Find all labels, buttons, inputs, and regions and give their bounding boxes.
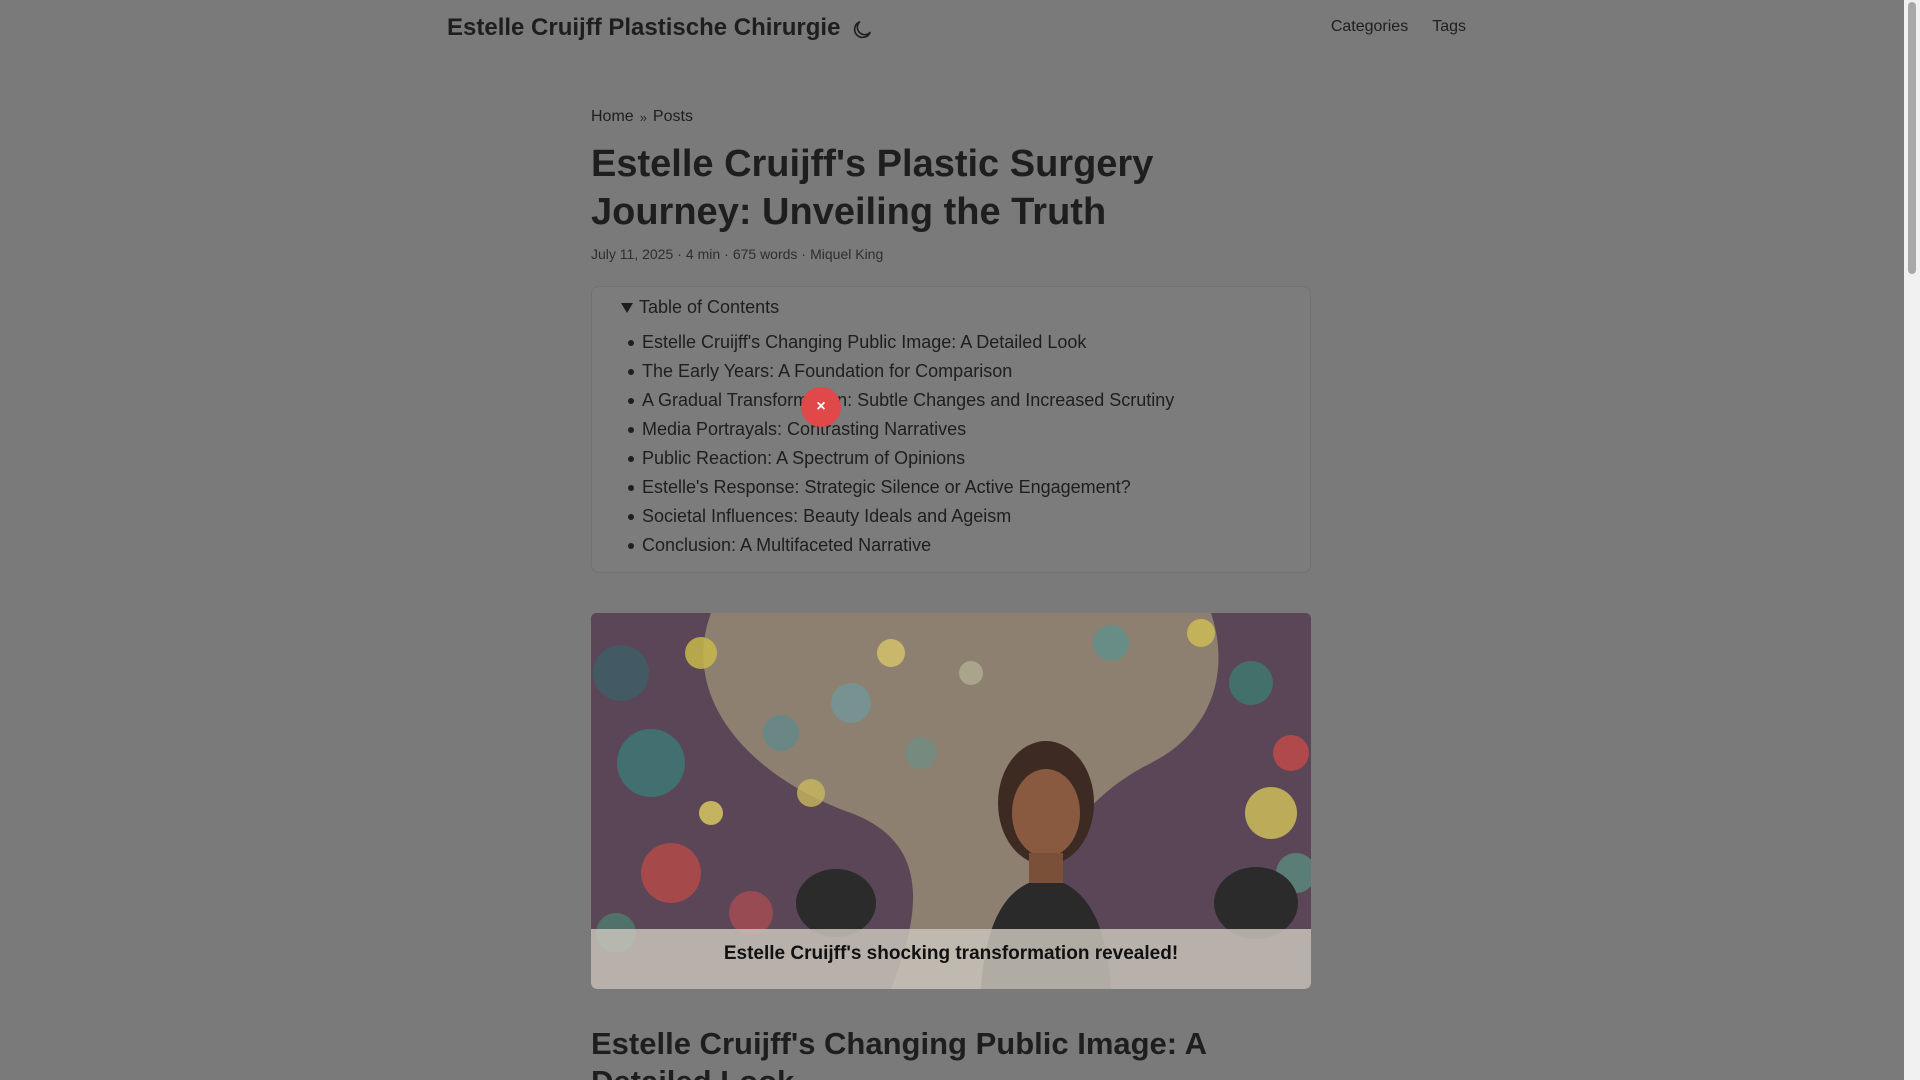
reading-time: 4 min	[685, 246, 721, 262]
meta-separator: ·	[677, 246, 682, 262]
cover-image: Estelle Cruijff's shocking transformatio…	[591, 613, 1311, 989]
toc-link[interactable]: Societal Influences: Beauty Ideals and A…	[642, 506, 1011, 526]
page: Estelle Cruijff Plastische Chirurgie Cat…	[0, 0, 1904, 1080]
vertical-scrollbar[interactable]	[1904, 0, 1920, 1080]
toc-link[interactable]: Public Reaction: A Spectrum of Opinions	[642, 448, 965, 468]
toc-link[interactable]: Media Portrayals: Contrasting Narratives	[642, 419, 966, 439]
toc-item: The Early Years: A Foundation for Compar…	[628, 357, 1310, 386]
word-count: 675 words	[732, 246, 798, 262]
main-nav: Categories Tags	[1331, 18, 1466, 36]
site-title-link[interactable]: Estelle Cruijff Plastische Chirurgie	[447, 14, 840, 42]
toc-link[interactable]: Conclusion: A Multifaceted Narrative	[642, 535, 931, 555]
toc-link[interactable]: Estelle Cruijff's Changing Public Image:…	[642, 332, 1086, 352]
toc-toggle[interactable]: Table of Contents	[621, 297, 1310, 318]
toc-link[interactable]: Estelle's Response: Strategic Silence or…	[642, 477, 1131, 497]
toc-item: Media Portrayals: Contrasting Narratives	[628, 415, 1310, 444]
breadcrumb-posts[interactable]: Posts	[653, 108, 693, 126]
post-date: July 11, 2025	[591, 246, 674, 262]
toc-list: Estelle Cruijff's Changing Public Image:…	[592, 328, 1310, 560]
main-content: Home » Posts Estelle Cruijff's Plastic S…	[591, 108, 1311, 1080]
toc-summary-label: Table of Contents	[639, 297, 780, 317]
breadcrumb-separator: »	[639, 109, 647, 125]
toc-item: Estelle's Response: Strategic Silence or…	[628, 473, 1310, 502]
toc-item: Estelle Cruijff's Changing Public Image:…	[628, 328, 1310, 357]
toc-item: Conclusion: A Multifaceted Narrative	[628, 531, 1310, 560]
scrollbar-thumb[interactable]	[1908, 2, 1916, 274]
cover-caption: Estelle Cruijff's shocking transformatio…	[723, 943, 1179, 964]
close-icon: ×	[816, 398, 826, 415]
meta-separator: ·	[724, 246, 729, 262]
triangle-down-icon	[621, 302, 633, 313]
toc-item: Societal Influences: Beauty Ideals and A…	[628, 502, 1310, 531]
moon-icon[interactable]	[850, 18, 874, 42]
cover-illustration	[591, 613, 1311, 989]
nav-categories[interactable]: Categories	[1331, 18, 1408, 36]
meta-separator: ·	[801, 246, 807, 262]
table-of-contents: Table of Contents Estelle Cruijff's Chan…	[591, 286, 1311, 573]
toc-link[interactable]: A Gradual Transformation: Subtle Changes…	[642, 390, 1174, 410]
breadcrumb: Home » Posts	[591, 108, 1311, 126]
post-author: Miquel King	[810, 246, 884, 262]
site-header: Estelle Cruijff Plastische Chirurgie Cat…	[0, 0, 1904, 60]
toc-item: Public Reaction: A Spectrum of Opinions	[628, 444, 1310, 473]
post-title: Estelle Cruijff's Plastic Surgery Journe…	[591, 143, 1154, 233]
nav-tags[interactable]: Tags	[1432, 18, 1466, 36]
toc-item: A Gradual Transformation: Subtle Changes…	[628, 386, 1310, 415]
toc-link[interactable]: The Early Years: A Foundation for Compar…	[642, 361, 1012, 381]
post-meta: July 11, 2025 · 4 min · 675 words · Miqu…	[591, 246, 1311, 262]
section-heading: Estelle Cruijff's Changing Public Image:…	[591, 1026, 1206, 1080]
close-overlay-button[interactable]: ×	[801, 387, 841, 427]
breadcrumb-home[interactable]: Home	[591, 108, 634, 126]
